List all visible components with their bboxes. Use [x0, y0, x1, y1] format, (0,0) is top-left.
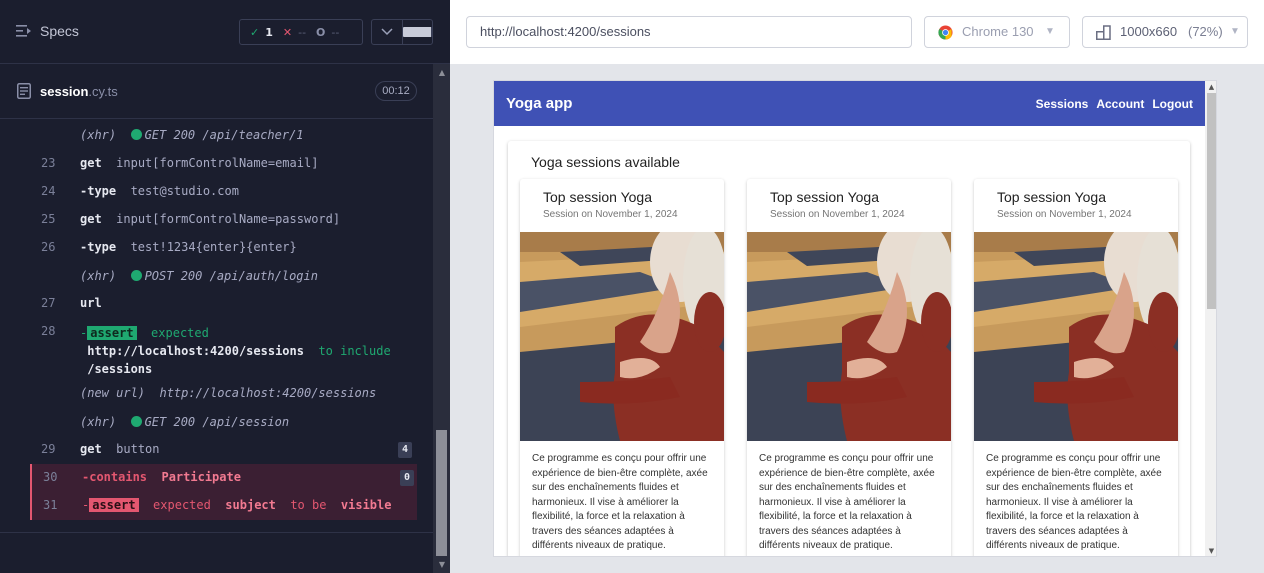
failed-count: -- — [298, 25, 307, 39]
nav-sessions-link[interactable]: Sessions — [1036, 97, 1089, 111]
viewport-selector[interactable]: 1000x660 (72%) ▼ — [1082, 16, 1248, 48]
cross-icon: ✕ — [282, 25, 293, 39]
session-image — [747, 232, 951, 441]
document-icon — [17, 83, 31, 99]
app-toolbar: Yoga app Sessions Account Logout — [494, 81, 1205, 126]
viewport-zoom: (72%) — [1188, 24, 1223, 39]
command-number: 27 — [41, 296, 56, 310]
app-nav: Sessions Account Logout — [1036, 97, 1193, 111]
session-description: Ce programme es conçu pour offrir une ex… — [759, 453, 935, 551]
command-number: 31 — [43, 498, 58, 512]
command-row[interactable]: 24 -type test@studio.com — [30, 184, 417, 202]
run-controls — [371, 19, 433, 45]
session-card: Top session Yoga Session on November 1, … — [520, 179, 724, 556]
app-preview-area: http://localhost:4200/sessions Chrome 13… — [450, 0, 1264, 573]
viewport-size: 1000x660 — [1120, 24, 1178, 39]
check-icon: ✓ — [250, 25, 260, 39]
session-name: Top session Yoga — [543, 189, 652, 205]
command-row[interactable]: 29 get button 4 — [30, 442, 417, 460]
list-icon[interactable] — [16, 24, 32, 38]
viewport-icon — [1096, 25, 1111, 40]
app-scrollbar[interactable]: ▲ ▼ — [1205, 81, 1216, 556]
command-row[interactable]: (xhr) GET 200 /api/session — [30, 415, 417, 433]
command-number: 30 — [43, 470, 58, 484]
command-number: 24 — [41, 184, 56, 198]
command-row[interactable]: (xhr) POST 200 /api/auth/login — [30, 269, 417, 287]
command-list: (xhr) GET 200 /api/teacher/1 23 get inpu… — [30, 121, 417, 521]
spec-duration: 00:12 — [375, 81, 417, 101]
command-row[interactable]: 27 url — [30, 296, 417, 314]
command-row[interactable]: (xhr) GET 200 /api/teacher/1 — [30, 128, 417, 146]
command-row[interactable]: (new url) http://localhost:4200/sessions — [30, 386, 417, 404]
stop-icon — [402, 27, 432, 37]
sessions-list-card: Yoga sessions available Top session Yoga… — [508, 141, 1190, 556]
status-dot-icon — [130, 416, 142, 427]
scrollbar-thumb[interactable] — [436, 430, 447, 556]
browser-selector[interactable]: Chrome 130 ▼ — [924, 16, 1070, 48]
command-number: 28 — [41, 324, 56, 338]
command-number: 26 — [41, 240, 56, 254]
url-bar[interactable]: http://localhost:4200/sessions — [466, 16, 912, 48]
scroll-up-icon[interactable]: ▲ — [437, 68, 447, 77]
app-title: Yoga app — [506, 95, 573, 112]
command-row[interactable]: 26 -type test!1234{enter}{enter} — [30, 240, 417, 258]
status-dot-icon — [130, 129, 142, 140]
command-row[interactable]: 28 - assert expected http://localhost:420… — [30, 324, 417, 376]
session-date: Session on November 1, 2024 — [997, 209, 1132, 220]
command-log-panel: Specs ✓ 1 ✕ -- O -- session.cy.ts 00:12 — [0, 0, 450, 573]
command-row[interactable]: 23 get input[formControlName=email] — [30, 156, 417, 174]
assert-badge: assert — [89, 498, 139, 512]
scroll-down-icon[interactable]: ▼ — [437, 560, 447, 569]
session-image — [974, 232, 1178, 441]
nav-account-link[interactable]: Account — [1096, 97, 1144, 111]
specs-title[interactable]: Specs — [40, 23, 79, 39]
app-iframe: Yoga app Sessions Account Logout Yoga se… — [493, 80, 1217, 557]
scroll-down-icon[interactable]: ▼ — [1207, 547, 1216, 555]
command-row-failed[interactable]: 31 - assert expected subject to be visibl… — [30, 492, 417, 520]
command-number: 29 — [41, 442, 56, 456]
command-row-failed[interactable]: 30 -contains Participate 0 — [30, 464, 417, 492]
assert-badge: assert — [87, 326, 137, 340]
pending-icon: O — [316, 25, 326, 39]
session-card: Top session Yoga Session on November 1, … — [974, 179, 1178, 556]
session-image — [520, 232, 724, 441]
browser-toolbar: http://localhost:4200/sessions Chrome 13… — [450, 0, 1264, 64]
command-number: 25 — [41, 212, 56, 226]
session-name: Top session Yoga — [770, 189, 879, 205]
command-number: 23 — [41, 156, 56, 170]
session-date: Session on November 1, 2024 — [770, 209, 905, 220]
browser-name: Chrome 130 — [962, 24, 1034, 39]
passed-count: 1 — [265, 25, 273, 39]
scroll-up-icon[interactable]: ▲ — [1207, 83, 1216, 91]
chrome-icon — [938, 25, 953, 40]
test-stats: ✓ 1 ✕ -- O -- — [239, 19, 363, 45]
session-description: Ce programme es conçu pour offrir une ex… — [532, 453, 708, 551]
command-log-footer — [0, 532, 433, 573]
scrollbar-thumb[interactable] — [1207, 93, 1216, 309]
session-date: Session on November 1, 2024 — [543, 209, 678, 220]
spec-file-header: session.cy.ts 00:12 — [0, 65, 433, 119]
chevron-down-icon: ▼ — [1045, 26, 1055, 37]
chevron-down-icon: ▼ — [1230, 26, 1240, 37]
stop-button[interactable] — [402, 20, 432, 44]
pending-count: -- — [331, 25, 340, 39]
session-description: Ce programme es conçu pour offrir une ex… — [986, 453, 1162, 551]
specs-header: Specs ✓ 1 ✕ -- O -- — [0, 0, 450, 64]
spec-file-name[interactable]: session.cy.ts — [40, 84, 118, 99]
sessions-heading: Yoga sessions available — [531, 154, 680, 170]
element-count-badge: 0 — [400, 470, 414, 486]
session-name: Top session Yoga — [997, 189, 1106, 205]
element-count-badge: 4 — [398, 442, 412, 458]
status-dot-icon — [130, 270, 142, 281]
command-row[interactable]: 25 get input[formControlName=password] — [30, 212, 417, 230]
nav-logout-link[interactable]: Logout — [1152, 97, 1193, 111]
chevron-down-icon[interactable] — [372, 20, 403, 44]
session-card: Top session Yoga Session on November 1, … — [747, 179, 951, 556]
